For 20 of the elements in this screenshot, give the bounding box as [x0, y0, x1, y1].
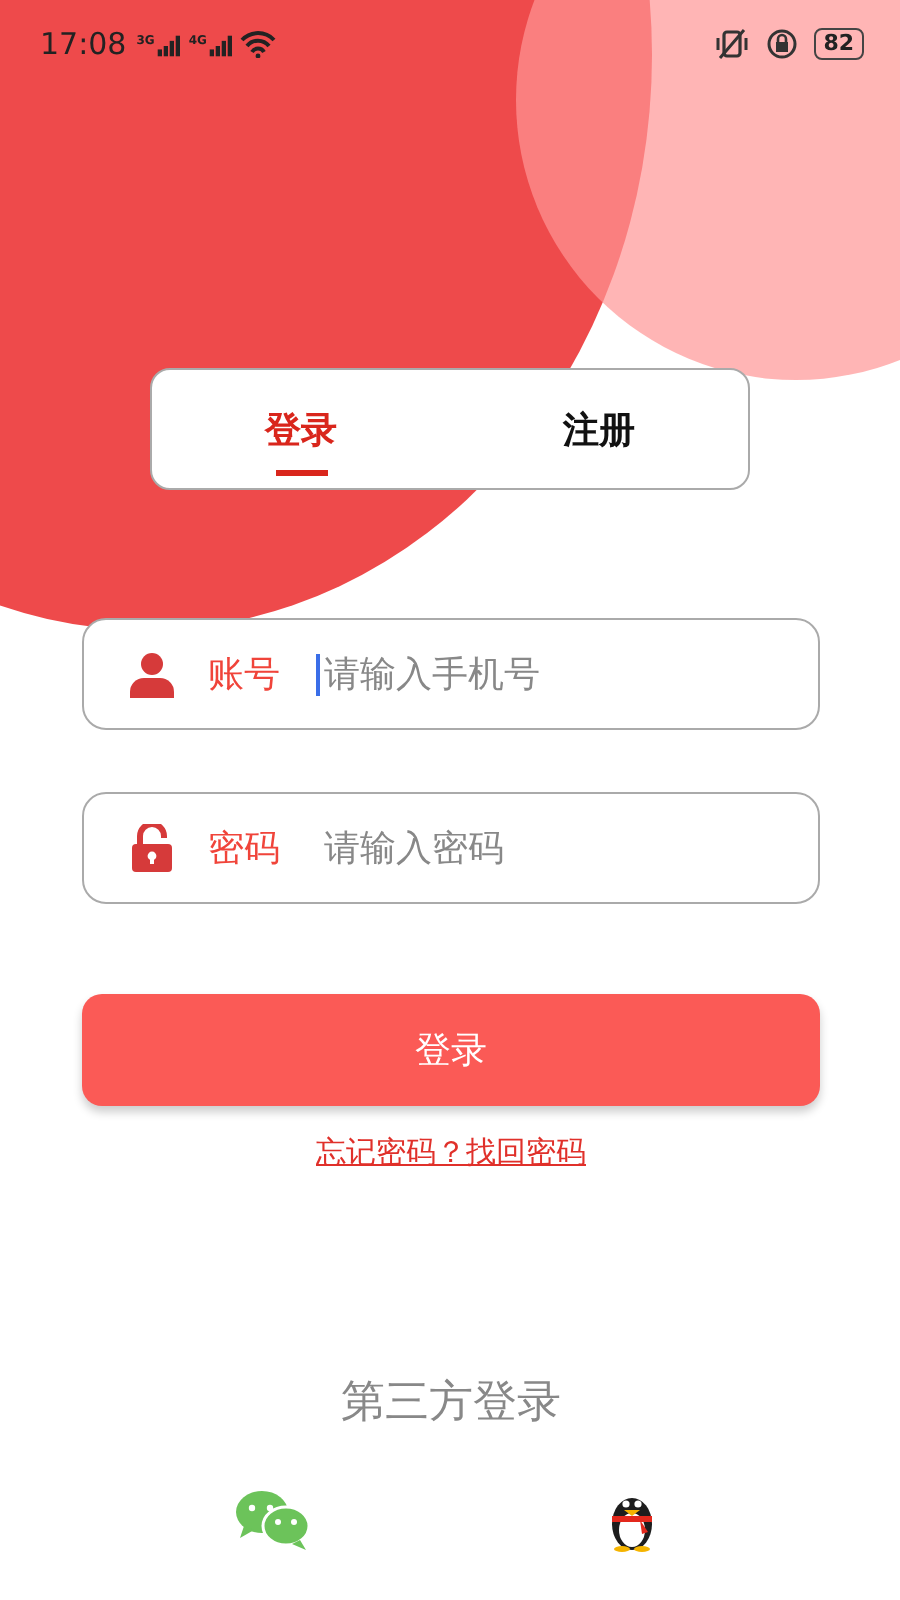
cellular-signal-icon	[208, 34, 233, 58]
tab[interactable]: 登录	[152, 370, 450, 488]
wifi-icon	[240, 30, 277, 58]
forgot-password-link[interactable]: 忘记密码？找回密码	[316, 1134, 586, 1172]
field-label: 账号	[208, 652, 282, 698]
login-button[interactable]: 登录	[82, 994, 820, 1106]
unlocked-padlock-icon	[132, 824, 172, 872]
field-label: 密码	[208, 826, 282, 872]
input-field[interactable]: 密码 请输入密码	[82, 792, 820, 904]
rotation-lock-icon	[765, 28, 798, 60]
section-title: 第三方登录	[341, 1374, 561, 1430]
vibrate-icon	[713, 28, 750, 60]
person-icon	[128, 650, 176, 698]
text-input[interactable]: 请输入密码	[316, 827, 778, 869]
battery-level: 82	[813, 28, 864, 60]
text-input[interactable]: 请输入手机号	[316, 653, 778, 695]
cellular-signal-icon	[156, 34, 181, 58]
clock-time: 17:08	[40, 26, 127, 62]
input-field[interactable]: 账号 请输入手机号	[82, 618, 820, 730]
tab[interactable]: 注册	[450, 370, 748, 488]
